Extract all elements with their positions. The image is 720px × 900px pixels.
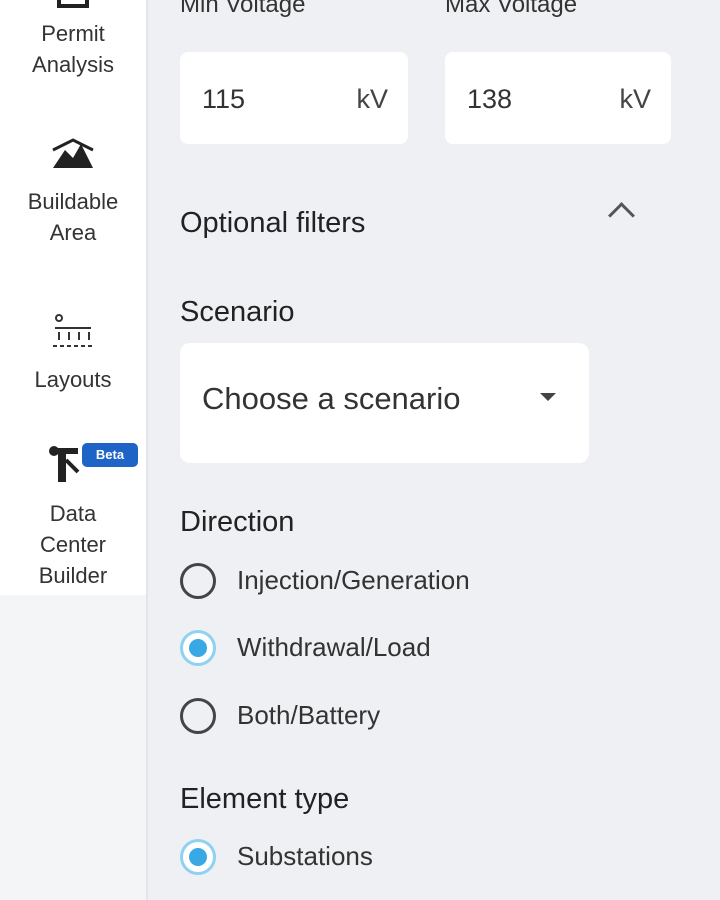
radio-label: Injection/Generation [237,565,470,595]
max-voltage-input[interactable]: 138 kV [445,52,671,144]
max-voltage-unit: kV [619,84,651,114]
min-voltage-value: 115 [202,84,246,114]
scenario-select[interactable]: Choose a scenario [180,343,589,463]
scenario-select-value: Choose a scenario [202,381,461,416]
sidebar-item-layouts[interactable]: Layouts [0,310,146,395]
radio-button-selected[interactable] [180,630,216,666]
optional-filters-title: Optional filters [180,207,366,239]
radio-label: Withdrawal/Load [237,632,431,662]
radio-button[interactable] [180,698,216,734]
radio-button[interactable] [180,563,216,599]
sidebar-divider [146,0,148,900]
scenario-label: Scenario [180,296,295,328]
sidebar-item-permit-analysis[interactable]: Permit Analysis [0,0,146,80]
min-voltage-input[interactable]: 115 kV [180,52,408,144]
direction-label: Direction [180,506,295,538]
radio-label: Both/Battery [237,700,381,730]
sidebar-item-buildable-area[interactable]: Buildable Area [0,136,146,248]
chevron-up-icon[interactable] [608,202,635,229]
sidebar-item-label: Permit Analysis [32,21,114,77]
max-voltage-label: Max Voltage [445,0,578,18]
sidebar-footer-area [0,595,146,900]
max-voltage-value: 138 [467,84,513,114]
terrain-icon [52,138,94,168]
radio-label: Substations [237,841,373,871]
radio-button-selected[interactable] [180,839,216,875]
dropdown-arrow-icon [540,393,556,401]
sidebar-item-label: Data Center Builder [38,501,108,588]
beta-badge: Beta [82,443,138,467]
sidebar-item-label: Buildable Area [27,189,119,245]
document-icon [57,0,89,8]
element-type-label: Element type [180,783,350,815]
layout-grid-icon [53,314,93,347]
min-voltage-label: Min Voltage [180,0,306,18]
min-voltage-unit: kV [356,84,388,114]
sidebar-item-label: Layouts [34,367,112,392]
